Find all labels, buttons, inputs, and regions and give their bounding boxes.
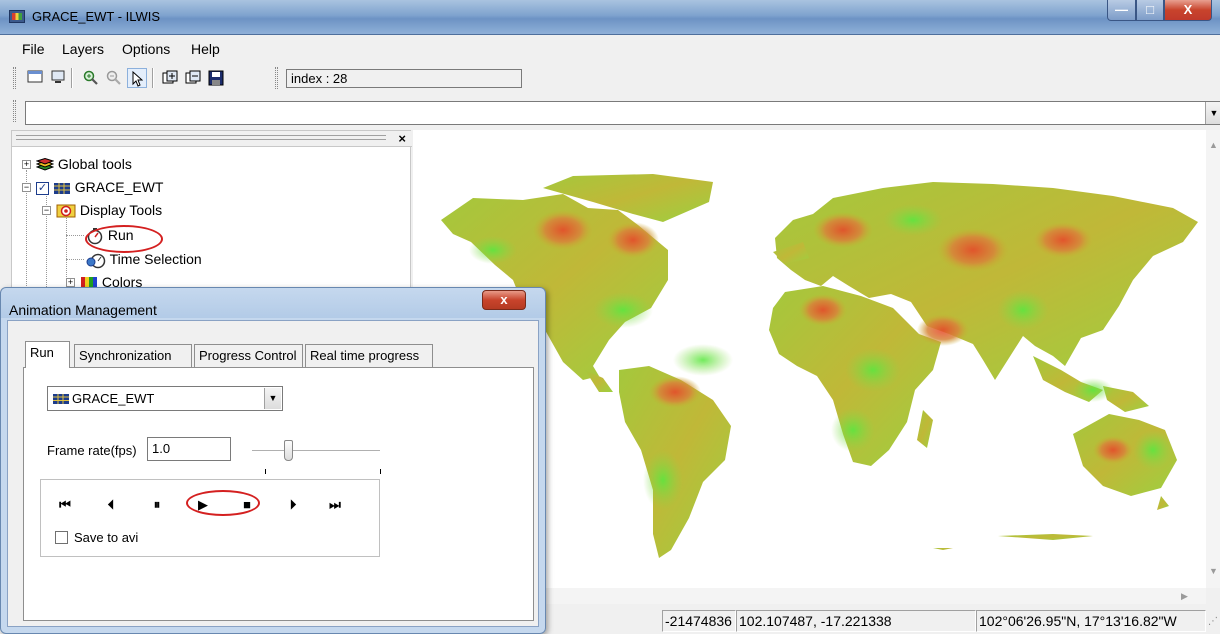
tree-item-label: Run <box>107 227 134 243</box>
tab-run[interactable]: Run <box>25 341 70 368</box>
minimize-button[interactable]: — <box>1107 0 1136 21</box>
toolbar-grip[interactable] <box>275 67 278 89</box>
close-icon[interactable]: × <box>398 131 406 146</box>
tree-item-run[interactable]: Run <box>86 225 134 245</box>
stop-icon: ■ <box>243 497 251 512</box>
save-avi-checkbox[interactable]: Save to avi <box>55 530 138 545</box>
play-icon: ▶ <box>198 497 208 512</box>
toolbar-grip[interactable] <box>13 100 16 122</box>
tab-progress-control[interactable]: Progress Control <box>194 344 303 367</box>
checkbox-icon[interactable] <box>55 531 68 544</box>
zoom-in-icon[interactable] <box>81 68 101 88</box>
collapse-icon[interactable]: − <box>22 183 31 192</box>
remove-layer-icon[interactable] <box>183 68 203 88</box>
vertical-scrollbar[interactable]: ▲ ▼ <box>1206 130 1220 588</box>
panel-header: × <box>12 131 412 147</box>
menu-help[interactable]: Help <box>191 41 220 57</box>
time-selection-icon <box>86 254 106 269</box>
map-list-select[interactable]: GRACE_EWT ▼ <box>47 386 283 411</box>
new-map-window-icon[interactable] <box>25 68 45 88</box>
tree-item-global-tools[interactable]: + Global tools <box>22 154 132 174</box>
tree-item-time-selection[interactable]: Time Selection <box>86 249 202 269</box>
slider-tick <box>265 469 266 474</box>
status-raw-value: -21474836 <box>662 610 736 632</box>
last-frame-button[interactable]: ⏭ <box>321 494 349 516</box>
menubar: File Layers Options Help <box>0 37 1220 62</box>
toolbar: index : 28 <box>11 64 1220 93</box>
menu-options[interactable]: Options <box>122 41 170 57</box>
dialog-close-button[interactable]: x <box>482 290 526 310</box>
fps-slider-thumb[interactable] <box>284 440 293 461</box>
zoom-out-icon[interactable] <box>104 68 124 88</box>
last-frame-icon: ⏭ <box>329 497 341 512</box>
pause-button[interactable]: ⏸ <box>143 494 171 516</box>
window-titlebar: GRACE_EWT - ILWIS — □ X <box>0 0 1220 35</box>
step-forward-icon: ⏵ <box>289 497 297 512</box>
command-line-row: ▼ <box>11 97 1220 129</box>
fps-input[interactable]: 1.0 <box>147 437 231 461</box>
step-back-icon: ⏴ <box>107 497 115 512</box>
dialog-body: Run Synchronization Progress Control Rea… <box>7 320 539 627</box>
tree-line <box>66 235 84 236</box>
chevron-down-icon[interactable]: ▼ <box>1205 102 1220 124</box>
tree-item-grace-ewt[interactable]: − ✓ GRACE_EWT <box>22 177 163 197</box>
expand-icon[interactable]: + <box>66 278 75 287</box>
first-frame-icon: ⏮ <box>59 497 71 512</box>
display-tools-icon <box>56 204 76 218</box>
tab-synchronization[interactable]: Synchronization <box>74 344 192 367</box>
run-tab-panel: GRACE_EWT ▼ Frame rate(fps) 1.0 ⏮ ⏴ ⏸ ▶ … <box>23 367 534 621</box>
resize-grip-icon[interactable]: ⋰ <box>1208 616 1218 627</box>
map-list-icon <box>53 182 70 194</box>
window-title: GRACE_EWT - ILWIS <box>32 9 161 24</box>
first-frame-button[interactable]: ⏮ <box>51 494 79 516</box>
tree-item-display-tools[interactable]: − Display Tools <box>42 200 162 220</box>
animation-management-dialog: Animation Management x Run Synchronizati… <box>0 287 546 634</box>
close-window-button[interactable]: X <box>1164 0 1212 21</box>
play-button[interactable]: ▶ <box>189 494 217 516</box>
fps-label: Frame rate(fps) <box>47 443 137 458</box>
chevron-down-icon[interactable]: ▼ <box>264 388 281 409</box>
tree-line <box>66 259 84 260</box>
stop-button[interactable]: ■ <box>233 494 261 516</box>
app-icon <box>9 10 25 23</box>
menu-layers[interactable]: Layers <box>62 41 104 57</box>
scroll-down-icon[interactable]: ▼ <box>1209 566 1218 576</box>
save-avi-label: Save to avi <box>74 530 139 545</box>
tab-real-time-progress[interactable]: Real time progress <box>305 344 433 367</box>
map-list-selected-value: GRACE_EWT <box>72 391 155 406</box>
maximize-button[interactable]: □ <box>1136 0 1164 21</box>
status-coordinates: 102.107487, -17.221338 <box>736 610 976 632</box>
checkbox-checked-icon[interactable]: ✓ <box>36 181 49 195</box>
tree-item-label: Time Selection <box>109 251 202 267</box>
layers-icon <box>36 158 54 171</box>
menu-file[interactable]: File <box>22 41 45 57</box>
toolbar-separator <box>71 68 73 88</box>
map-list-icon <box>53 394 69 404</box>
stopwatch-icon <box>87 228 103 245</box>
save-icon[interactable] <box>206 68 226 88</box>
slider-tick <box>380 469 381 474</box>
tree-item-label: Global tools <box>57 156 132 172</box>
add-layer-icon[interactable] <box>160 68 180 88</box>
toolbar-grip[interactable] <box>13 67 16 89</box>
fps-slider-track[interactable] <box>252 450 380 452</box>
index-display: index : 28 <box>286 69 522 88</box>
panel-grip[interactable] <box>16 135 386 140</box>
dialog-title: Animation Management <box>9 302 157 318</box>
pointer-icon[interactable] <box>127 68 147 88</box>
command-line-input[interactable]: ▼ <box>25 101 1220 125</box>
player-controls: ⏮ ⏴ ⏸ ▶ ■ ⏵ ⏭ Save to avi <box>40 479 380 557</box>
toolbar-separator <box>152 68 154 88</box>
step-forward-button[interactable]: ⏵ <box>279 494 307 516</box>
tree-item-label: GRACE_EWT <box>74 179 164 195</box>
expand-icon[interactable]: + <box>22 160 31 169</box>
tree-item-label: Display Tools <box>79 202 163 218</box>
scroll-up-icon[interactable]: ▲ <box>1209 140 1218 150</box>
pause-icon: ⏸ <box>153 497 161 512</box>
screen-icon[interactable] <box>48 68 68 88</box>
scroll-right-icon[interactable]: ▶ <box>1181 591 1188 602</box>
status-latlon: 102°06'26.95"N, 17°13'16.82"W <box>976 610 1206 632</box>
step-back-button[interactable]: ⏴ <box>97 494 125 516</box>
collapse-icon[interactable]: − <box>42 206 51 215</box>
